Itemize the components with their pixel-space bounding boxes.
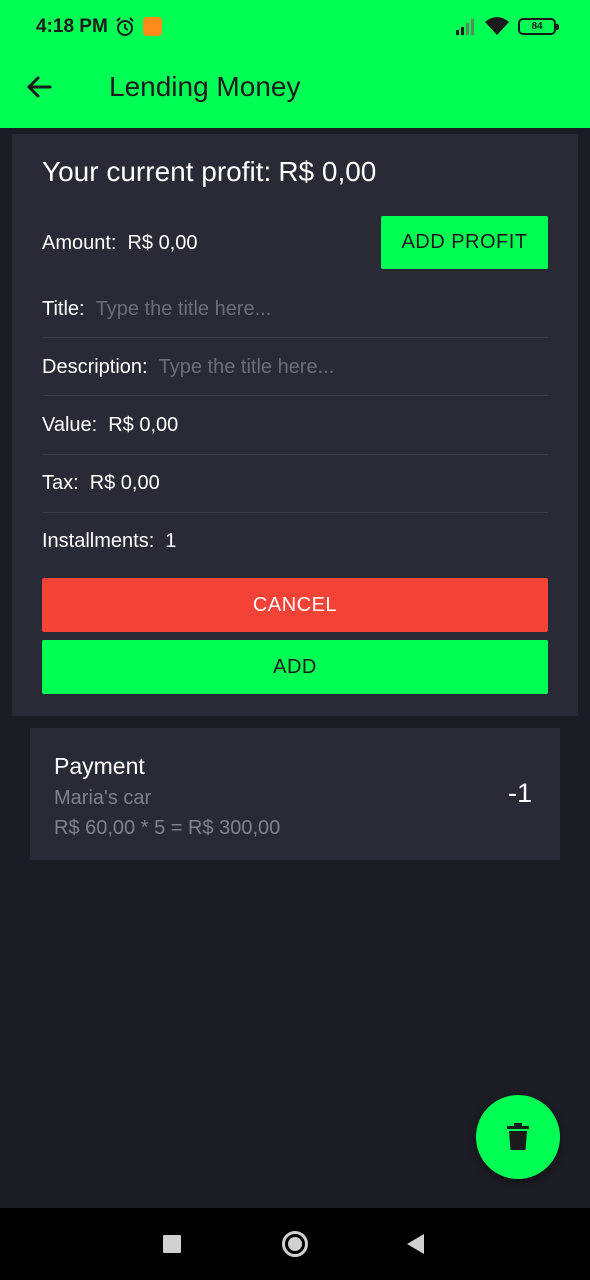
amount-label: Amount:: [42, 232, 117, 254]
app-bar: Lending Money: [0, 54, 590, 128]
wifi-icon: [485, 17, 509, 35]
arrow-left-icon[interactable]: [22, 70, 56, 104]
installments-label: Installments:: [42, 530, 155, 552]
value-row: Value: R$ 0,00: [42, 414, 548, 437]
title-input[interactable]: Type the title here...: [96, 298, 272, 320]
description-label: Description:: [42, 356, 148, 378]
description-input[interactable]: Type the title here...: [159, 356, 335, 378]
signal-icon: [456, 19, 474, 35]
tax-label: Tax:: [42, 472, 79, 494]
value-input[interactable]: R$ 0,00: [108, 414, 178, 436]
status-bar: 4:18 PM 84: [0, 0, 590, 54]
divider: [42, 454, 548, 455]
installments-row: Installments: 1: [42, 530, 548, 553]
add-button[interactable]: ADD: [42, 640, 548, 694]
current-profit: Your current profit: R$ 0,00: [42, 156, 383, 188]
divider: [42, 395, 548, 396]
system-nav-bar: [0, 1208, 590, 1280]
trash-icon: [507, 1123, 529, 1150]
item-calculation: R$ 60,00 * 5 = R$ 300,00: [54, 817, 281, 839]
installments-input[interactable]: 1: [165, 530, 176, 552]
title-label: Title:: [42, 298, 85, 320]
tax-row: Tax: R$ 0,00: [42, 472, 548, 495]
battery-icon: 84: [518, 18, 559, 35]
item-description: Maria's car: [54, 787, 152, 809]
amount-field[interactable]: R$ 0,00: [127, 232, 197, 254]
tax-input[interactable]: R$ 0,00: [90, 472, 160, 494]
title-row: Title: Type the title here...: [42, 298, 548, 321]
delete-fab[interactable]: [476, 1095, 560, 1179]
page-title: Lending Money: [109, 71, 301, 102]
divider: [42, 337, 548, 338]
status-time: 4:18 PM: [36, 16, 108, 37]
alarm-icon: [116, 17, 134, 36]
current-profit-value: R$ 0,00: [278, 156, 377, 187]
recents-icon[interactable]: [163, 1235, 181, 1253]
divider: [42, 512, 548, 513]
item-title: Payment: [54, 753, 145, 779]
notification-icon: [143, 17, 162, 36]
item-count: -1: [507, 778, 532, 808]
value-label: Value:: [42, 414, 98, 436]
add-profit-button[interactable]: ADD PROFIT: [381, 216, 548, 269]
back-triangle-icon[interactable]: [407, 1234, 424, 1254]
cancel-button[interactable]: CANCEL: [42, 578, 548, 632]
list-item[interactable]: Payment Maria's car R$ 60,00 * 5 = R$ 30…: [30, 728, 560, 860]
lending-form-card: Your current profit: R$ 0,00 Amount: R$ 0,…: [12, 134, 578, 716]
home-icon[interactable]: [282, 1231, 308, 1257]
description-row: Description: Type the title here...: [42, 356, 548, 379]
current-profit-label: Your current profit:: [42, 156, 272, 187]
